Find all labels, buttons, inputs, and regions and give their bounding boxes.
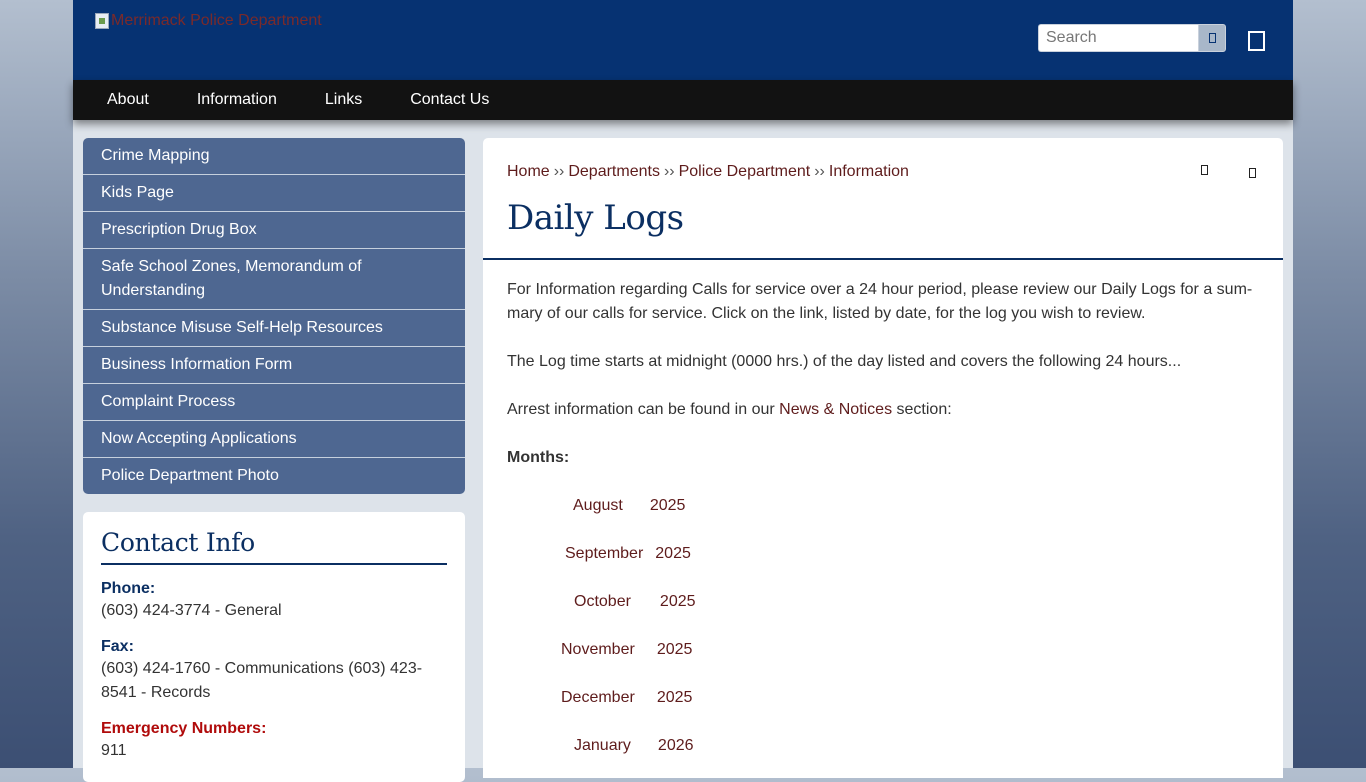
search-icon bbox=[1208, 33, 1216, 43]
contact-info-title: Contact Info bbox=[101, 528, 447, 565]
search-button[interactable] bbox=[1198, 24, 1226, 52]
year-link-august[interactable]: 2025 bbox=[650, 494, 686, 518]
year-link-december[interactable]: 2025 bbox=[657, 686, 693, 710]
month-link-november[interactable]: November bbox=[561, 638, 635, 662]
arrest-info-paragraph: Arrest information can be found in our N… bbox=[507, 398, 1257, 422]
sidebar-item-crime-mapping[interactable]: Crime Mapping bbox=[83, 138, 465, 175]
site-logo[interactable]: Merrimack Police Department bbox=[95, 12, 322, 30]
year-link-september[interactable]: 2025 bbox=[655, 542, 691, 566]
breadcrumb: Home ›› Departments ›› Police Department ›› In… bbox=[507, 163, 909, 181]
emergency-value: 911 bbox=[101, 742, 127, 759]
fax-value: (603) 424-1760 - Communications (603) 42… bbox=[101, 660, 423, 701]
month-link-august[interactable]: August bbox=[573, 494, 623, 518]
month-row: August 2025 bbox=[507, 494, 1257, 518]
breadcrumb-separator: ›› bbox=[814, 163, 825, 180]
month-row: September 2025 bbox=[507, 542, 1257, 566]
breadcrumb-separator: ›› bbox=[663, 163, 675, 180]
month-link-october[interactable]: October bbox=[574, 590, 631, 614]
phone-label: Phone: bbox=[101, 580, 156, 597]
page: Merrimack Police Department About Inform… bbox=[73, 0, 1293, 782]
sidebar-item-kids-page[interactable]: Kids Page bbox=[83, 175, 465, 212]
fax-label: Fax: bbox=[101, 638, 134, 655]
arrest-info-suffix: section: bbox=[892, 401, 952, 418]
page-title: Daily Logs bbox=[507, 198, 684, 238]
nav-information[interactable]: Information bbox=[197, 91, 277, 109]
search-form bbox=[1038, 24, 1226, 52]
broken-image-icon bbox=[95, 13, 109, 29]
translate-icon[interactable] bbox=[1248, 31, 1265, 51]
nav-links[interactable]: Links bbox=[325, 91, 362, 109]
sidebar-item-complaint-process[interactable]: Complaint Process bbox=[83, 384, 465, 421]
search-input[interactable] bbox=[1038, 24, 1198, 52]
main-content: Home ›› Departments ›› Police Department ›› In… bbox=[483, 138, 1283, 778]
months-label: Months: bbox=[507, 449, 570, 466]
breadcrumb-separator: ›› bbox=[553, 163, 565, 180]
print-icon[interactable] bbox=[1201, 165, 1208, 175]
sidebar-item-substance-misuse[interactable]: Substance Misuse Self-Help Resources bbox=[83, 310, 465, 347]
title-divider bbox=[483, 258, 1283, 260]
breadcrumb-departments[interactable]: Departments bbox=[568, 163, 660, 180]
intro-paragraph: For Information regarding Calls for serv… bbox=[507, 281, 1253, 322]
logo-alt-text: Merrimack Police Department bbox=[111, 12, 322, 29]
month-row: October 2025 bbox=[507, 590, 1257, 614]
year-link-january[interactable]: 2026 bbox=[658, 734, 694, 758]
main-nav: About Information Links Contact Us bbox=[73, 80, 1293, 120]
share-icon[interactable] bbox=[1249, 168, 1256, 178]
breadcrumb-home[interactable]: Home bbox=[507, 163, 550, 180]
sidebar-menu: Crime Mapping Kids Page Prescription Dru… bbox=[83, 138, 465, 494]
sidebar-item-business-information-form[interactable]: Business Information Form bbox=[83, 347, 465, 384]
breadcrumb-police-department[interactable]: Police Department bbox=[679, 163, 811, 180]
sidebar-item-prescription-drug-box[interactable]: Prescription Drug Box bbox=[83, 212, 465, 249]
article-body: For Information regarding Calls for serv… bbox=[507, 278, 1257, 782]
year-link-october[interactable]: 2025 bbox=[660, 590, 696, 614]
month-link-september[interactable]: September bbox=[565, 542, 643, 566]
sidebar-item-safe-school-zones[interactable]: Safe School Zones, Memorandum of Underst… bbox=[83, 249, 465, 310]
nav-about[interactable]: About bbox=[107, 91, 149, 109]
contact-info-panel: Contact Info Phone: (603) 424-3774 - Gen… bbox=[83, 512, 465, 782]
breadcrumb-information[interactable]: Information bbox=[829, 163, 909, 180]
year-link-november[interactable]: 2025 bbox=[657, 638, 693, 662]
emergency-label: Emergency Numbers: bbox=[101, 720, 267, 737]
nav-contact-us[interactable]: Contact Us bbox=[410, 91, 489, 109]
month-link-december[interactable]: December bbox=[561, 686, 635, 710]
sidebar-item-police-department-photo[interactable]: Police Department Photo bbox=[83, 458, 465, 494]
month-row: January 2026 bbox=[507, 734, 1257, 758]
news-notices-link[interactable]: News & Notices bbox=[779, 401, 892, 418]
sidebar-item-now-accepting-applications[interactable]: Now Accepting Applications bbox=[83, 421, 465, 458]
month-row: December 2025 bbox=[507, 686, 1257, 710]
phone-value: (603) 424-3774 - General bbox=[101, 602, 282, 619]
month-row: November 2025 bbox=[507, 638, 1257, 662]
log-time-paragraph: The Log time starts at midnight (0000 hr… bbox=[507, 353, 1182, 370]
arrest-info-text: Arrest information can be found in our bbox=[507, 401, 780, 418]
site-header: Merrimack Police Department bbox=[73, 0, 1293, 80]
month-link-january[interactable]: January bbox=[574, 734, 631, 758]
